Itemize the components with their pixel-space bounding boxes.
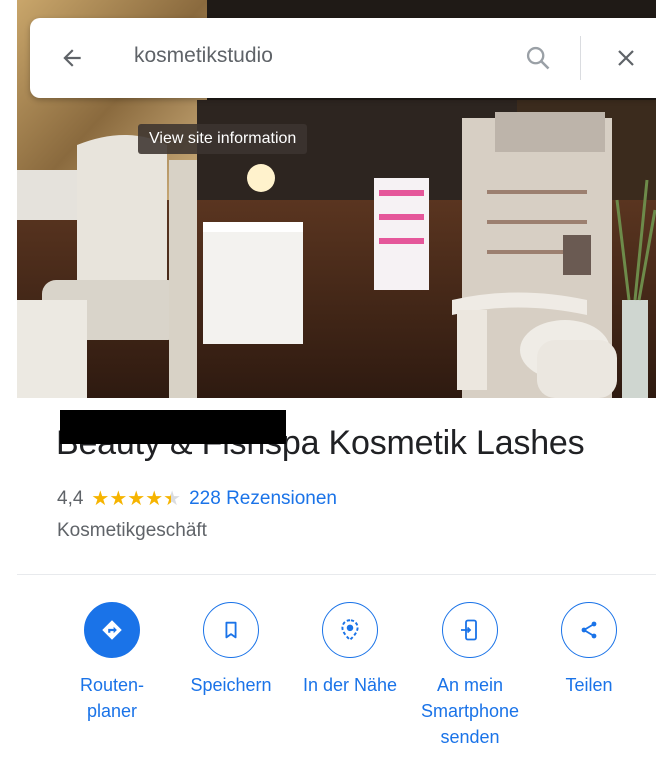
share-circle [561,602,617,658]
nearby-label: In der Nähe [302,675,398,695]
star-icon: ★ [109,488,128,510]
star-icon: ★ [145,488,164,510]
directions-button[interactable]: Routen- planer [64,602,160,724]
star-rating: ★ ★ ★ ★ ★ [91,489,181,509]
rating-row: 4,4 ★ ★ ★ ★ ★ 228 Rezensionen [57,485,337,513]
search-button[interactable] [518,38,558,78]
directions-icon [102,620,122,640]
back-button[interactable] [52,38,92,78]
half-star-icon: ★ [163,488,182,510]
star-icon: ★ [127,488,146,510]
directions-circle [84,602,140,658]
directions-label: Routen- planer [79,675,145,721]
search-divider [580,36,581,80]
divider [17,574,656,575]
save-button[interactable]: Speichern [183,602,279,698]
nearby-button[interactable]: In der Nähe [295,602,405,698]
nearby-circle [322,602,378,658]
view-site-info-tooltip: View site information [138,124,308,154]
redaction-bar [60,410,286,444]
save-circle [203,602,259,658]
rating-value: 4,4 [57,488,84,509]
reviews-link[interactable]: 228 Rezensionen [189,488,337,510]
search-icon [526,46,550,70]
back-arrow-icon [63,49,81,67]
nearby-icon [341,619,359,642]
star-icon: ★ [91,488,110,510]
send-to-phone-circle [442,602,498,658]
send-to-phone-button[interactable]: An mein Smartphone senden [410,602,530,750]
place-category: Kosmetikgeschäft [57,520,207,541]
close-search-button[interactable] [606,38,646,78]
share-button[interactable]: Teilen [546,602,632,698]
share-label: Teilen [565,675,613,695]
send-to-phone-icon [461,619,477,641]
search-bar: kosmetikstudio [30,18,656,98]
save-label: Speichern [190,675,272,695]
share-icon [581,621,597,639]
bookmark-icon [225,621,237,639]
send-to-phone-label: An mein Smartphone senden [420,675,520,747]
close-icon [618,50,634,66]
search-input[interactable]: kosmetikstudio [134,44,273,68]
